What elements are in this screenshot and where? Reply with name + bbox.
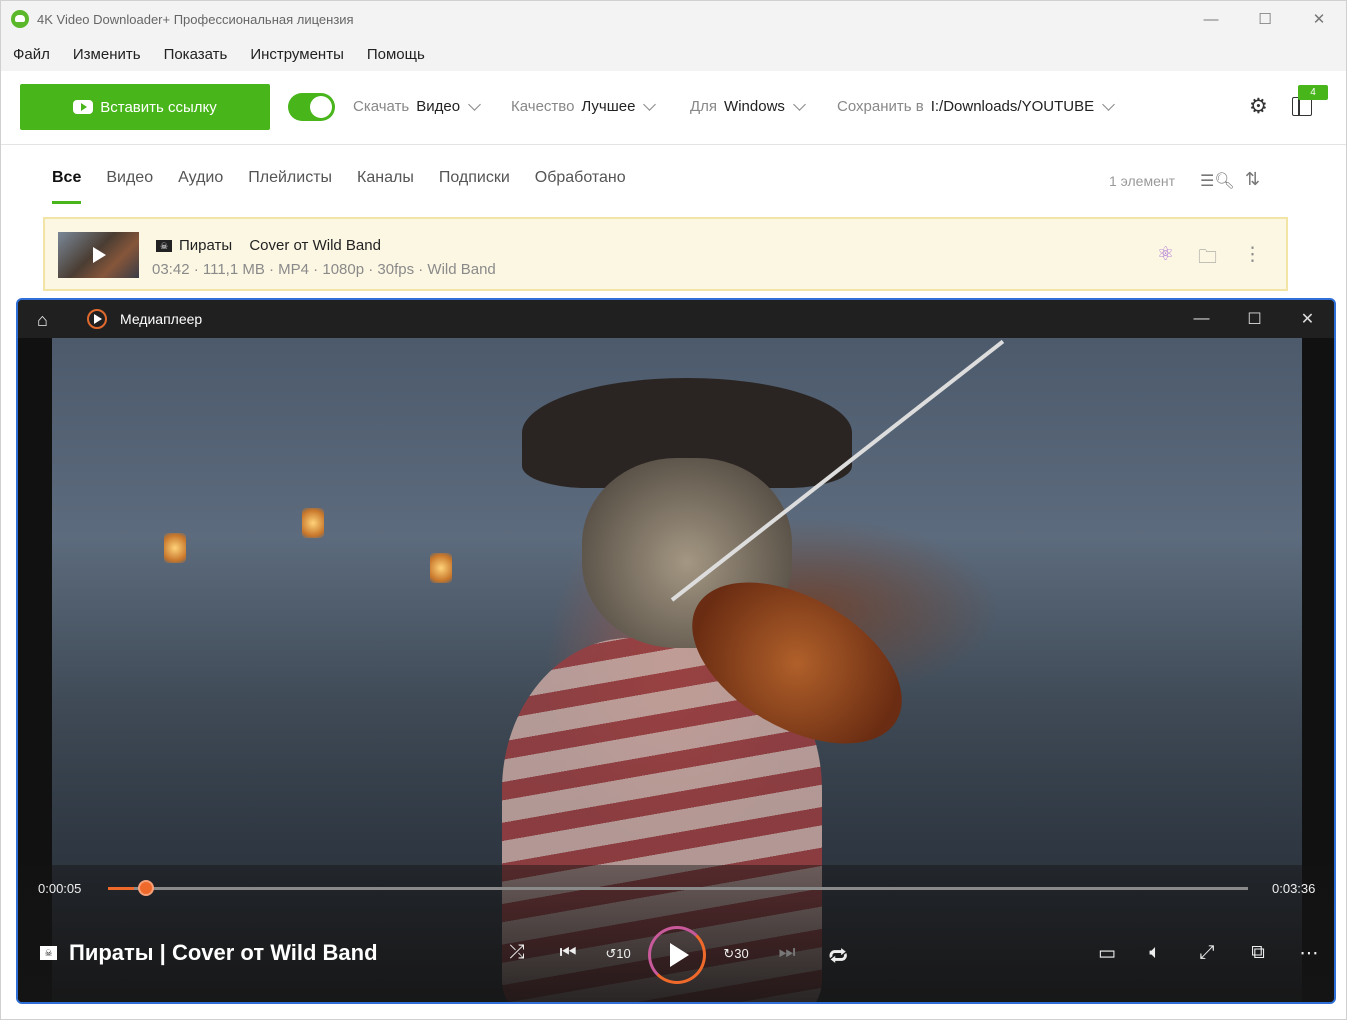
paste-link-button[interactable]: Вставить ссылку xyxy=(20,84,270,130)
item-meta: 03:42 · 111,1 MB · MP4 · 1080p · 30fps ·… xyxy=(152,261,496,278)
item-track: Cover от Wild Band xyxy=(249,237,381,254)
chevron-down-icon xyxy=(1102,97,1115,111)
filter-tabs: Все Видео Аудио Плейлисты Каналы Подписк… xyxy=(52,169,651,204)
volume-icon[interactable]: 🔈︎ xyxy=(1140,942,1170,964)
platform-dropdown[interactable]: Для Windows xyxy=(690,97,806,115)
chevron-down-icon xyxy=(793,97,806,111)
video-thumbnail[interactable] xyxy=(58,232,139,278)
next-track-icon[interactable]: ⏭ xyxy=(772,942,802,964)
total-time: 0:03:36 xyxy=(1272,881,1316,896)
download-type-label: Скачать xyxy=(353,98,410,115)
current-time: 0:00:05 xyxy=(38,881,82,896)
folder-icon[interactable]: 🗀 xyxy=(1198,243,1217,275)
download-list-item[interactable]: ☠ Пираты Cover от Wild Band 03:42 · 111,… xyxy=(43,217,1288,291)
download-type-dropdown[interactable]: Скачать Видео xyxy=(353,97,481,115)
menu-bar: Файл Изменить Показать Инструменты Помощ… xyxy=(1,37,1346,71)
gear-icon[interactable]: ⚙ xyxy=(1249,96,1271,118)
seek-handle[interactable] xyxy=(138,880,154,896)
minimize-button[interactable]: — xyxy=(1184,1,1238,37)
menu-help[interactable]: Помощь xyxy=(367,46,425,63)
save-location-dropdown[interactable]: Сохранить в I:/Downloads/YOUTUBE xyxy=(837,97,1115,115)
tab-all[interactable]: Все xyxy=(52,169,82,204)
smart-mode-toggle[interactable] xyxy=(288,93,335,121)
save-location-label: Сохранить в xyxy=(837,98,924,115)
player-maximize-button[interactable]: ☐ xyxy=(1228,300,1281,338)
quality-label: Качество xyxy=(511,98,575,115)
app-logo-icon xyxy=(11,10,29,28)
app-title: 4K Video Downloader+ Профессиональная ли… xyxy=(37,11,354,27)
play-button[interactable] xyxy=(648,926,706,984)
pirate-flag-icon: ☠ xyxy=(40,946,57,960)
youtube-icon xyxy=(73,100,94,114)
atom-icon[interactable]: ⚛ xyxy=(1157,243,1174,266)
platform-label: Для xyxy=(690,98,718,115)
menu-tools[interactable]: Инструменты xyxy=(250,46,344,63)
shuffle-icon[interactable]: ⤮ xyxy=(502,942,532,964)
media-player-logo-icon xyxy=(87,309,107,329)
more-icon[interactable]: ⋮ xyxy=(1243,243,1262,266)
player-title-bar: ⌂ Медиаплеер — ☐ ✕ xyxy=(18,300,1334,338)
tab-processed[interactable]: Обработано xyxy=(535,169,626,187)
player-minimize-button[interactable]: — xyxy=(1175,300,1228,338)
player-close-button[interactable]: ✕ xyxy=(1281,300,1334,338)
download-type-value: Видео xyxy=(416,98,461,115)
platform-value: Windows xyxy=(724,98,785,115)
seek-bar[interactable] xyxy=(108,887,1248,890)
menu-file[interactable]: Файл xyxy=(13,46,50,63)
now-playing: ☠ Пираты | Cover от Wild Band xyxy=(40,940,378,966)
window-controls: — ☐ ✕ xyxy=(1184,1,1346,37)
previous-track-icon[interactable]: ⏮ xyxy=(553,942,583,964)
fullscreen-icon[interactable]: ⤢ xyxy=(1192,942,1222,964)
subtitles-icon[interactable]: ▭ xyxy=(1092,942,1122,965)
title-bar: 4K Video Downloader+ Профессиональная ли… xyxy=(1,1,1346,37)
skip-back-seconds: 10 xyxy=(616,946,631,961)
save-location-value: I:/Downloads/YOUTUBE xyxy=(930,98,1095,115)
toolbar: Вставить ссылку Скачать Видео Качество Л… xyxy=(1,71,1346,145)
chevron-down-icon xyxy=(468,97,481,111)
skip-back-icon[interactable]: ↺10 xyxy=(603,946,633,962)
menu-edit[interactable]: Изменить xyxy=(73,46,141,63)
menu-view[interactable]: Показать xyxy=(164,46,228,63)
tab-video[interactable]: Видео xyxy=(106,169,153,187)
now-playing-title: Пираты | Cover от Wild Band xyxy=(69,940,378,965)
sort-icon[interactable]: ⇅ xyxy=(1245,169,1260,190)
tab-channels[interactable]: Каналы xyxy=(357,169,414,187)
item-count: 1 элемент xyxy=(1109,173,1176,189)
pirate-flag-icon: ☠ xyxy=(156,240,172,252)
tab-audio[interactable]: Аудио xyxy=(178,169,223,187)
maximize-button[interactable]: ☐ xyxy=(1238,1,1292,37)
lantern-mid xyxy=(302,508,324,538)
lantern-left xyxy=(164,533,186,563)
tab-subscriptions[interactable]: Подписки xyxy=(439,169,510,187)
media-player-window: ⌂ Медиаплеер — ☐ ✕ 0:00:05 0:03:36 ☠ Пир… xyxy=(16,298,1336,1004)
repeat-off-icon[interactable]: 🔁︎ xyxy=(823,942,853,970)
lantern-right xyxy=(430,553,452,583)
quality-value: Лучшее xyxy=(581,98,636,115)
skip-forward-seconds: 30 xyxy=(734,946,749,961)
mini-player-icon[interactable]: ⧉ xyxy=(1243,942,1273,964)
item-artist: Пираты xyxy=(179,237,233,254)
quality-dropdown[interactable]: Качество Лучшее xyxy=(511,97,657,115)
search-icon[interactable]: ☰🔍︎ xyxy=(1200,171,1235,191)
chevron-down-icon xyxy=(643,97,657,111)
home-icon[interactable]: ⌂ xyxy=(37,310,48,331)
tab-playlists[interactable]: Плейлисты xyxy=(248,169,332,187)
player-title: Медиаплеер xyxy=(120,311,203,327)
paste-link-label: Вставить ссылку xyxy=(100,98,217,116)
close-button[interactable]: ✕ xyxy=(1292,1,1346,37)
skip-forward-icon[interactable]: ↻30 xyxy=(721,946,751,962)
item-title: Пираты Cover от Wild Band xyxy=(179,237,381,254)
more-options-icon[interactable]: ⋯ xyxy=(1294,942,1324,965)
player-window-controls: — ☐ ✕ xyxy=(1175,300,1334,338)
seek-bar-progress xyxy=(108,887,134,890)
queue-count-badge: 4 xyxy=(1298,85,1328,100)
